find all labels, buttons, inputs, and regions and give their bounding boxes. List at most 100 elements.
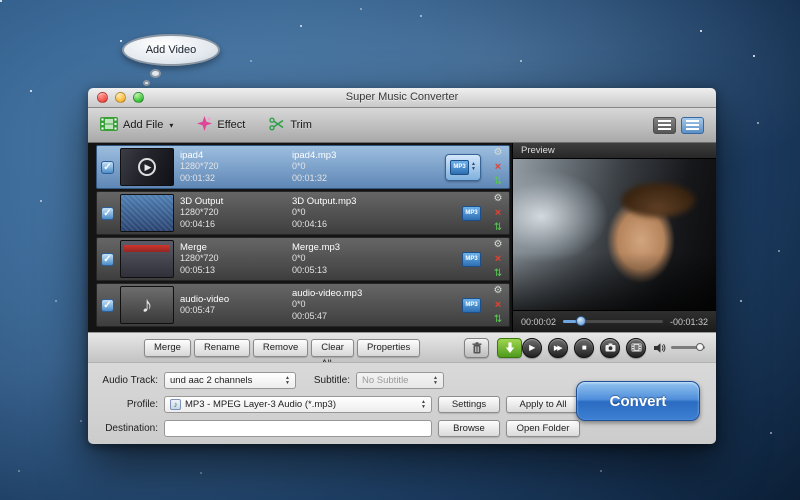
reorder-arrows-icon[interactable]: ⇅ [494,176,502,187]
snapshot-button[interactable] [600,338,620,358]
close-window-button[interactable] [97,92,108,103]
gear-icon[interactable]: ⚙ [494,193,503,204]
list-view-button[interactable] [653,117,676,134]
seek-bar-row: 00:00:02 -00:01:32 [513,310,716,332]
select-arrows-icon: ▲▼ [433,376,438,385]
seek-progress [563,320,576,323]
stop-button[interactable]: ■ [574,338,594,358]
download-output-button[interactable] [497,338,522,358]
chevron-down-icon: ▾ [169,121,173,130]
zoom-window-button[interactable] [133,92,144,103]
tooltip-bubble-dot [143,80,150,86]
fast-forward-button[interactable]: ▶▶ [548,338,568,358]
clip-button[interactable] [626,338,646,358]
settings-button[interactable]: Settings [438,396,500,413]
trash-button[interactable] [464,338,489,358]
list-action-buttons: Merge Rename Remove Clear All Properties [144,339,420,357]
format-selector[interactable]: MP3 [462,206,481,221]
view-toggles [653,117,704,134]
audio-track-select[interactable]: und aac 2 channels ▲▼ [164,372,296,389]
remove-x-icon[interactable]: × [495,300,501,310]
remove-x-icon[interactable]: × [495,208,501,218]
profile-select[interactable]: ♪ MP3 - MPEG Layer-3 Audio (*.mp3) ▲▼ [164,396,432,413]
effect-button[interactable]: Effect [197,116,245,134]
file-row[interactable]: ✓ Merge 1280*720 00:05:13 Merge.mp3 0*0 … [96,237,510,281]
format-selector[interactable]: MP3 [462,298,481,313]
destination-input[interactable] [164,420,432,437]
merge-button[interactable]: Merge [144,339,191,357]
video-thumbnail [120,240,174,278]
clear-all-button[interactable]: Clear All [311,339,354,357]
minimize-window-button[interactable] [115,92,126,103]
row-checkbox[interactable]: ✓ [101,161,114,174]
titlebar[interactable]: Super Music Converter [88,88,716,108]
trim-button[interactable]: Trim [269,117,312,134]
music-note-icon: ♪ [121,287,173,323]
speaker-icon[interactable] [654,343,666,353]
remove-x-icon[interactable]: × [495,162,501,172]
film-icon [631,343,642,352]
file-row[interactable]: ✓ ▶ ipad4 1280*720 00:01:32 ipad4.mp3 0*… [96,145,510,189]
mp3-badge-icon: MP3 [462,252,481,267]
browse-button[interactable]: Browse [438,420,500,437]
destination-label: Destination: [96,423,158,434]
thumbnail-view-button[interactable] [681,117,704,134]
add-file-label: Add File [123,119,163,131]
list-lines-icon [686,120,699,130]
trim-label: Trim [290,119,312,131]
video-thumbnail [120,194,174,232]
open-folder-button[interactable]: Open Folder [506,420,580,437]
video-still-shade [513,159,716,310]
action-bar: Merge Rename Remove Clear All Properties… [88,332,716,362]
apply-to-all-button[interactable]: Apply to All [506,396,580,413]
profile-label: Profile: [96,399,158,410]
subtitle-select[interactable]: No Subtitle ▲▼ [356,372,444,389]
profile-format-icon: ♪ [170,399,181,410]
output-info: 3D Output.mp3 0*0 00:04:16 [292,196,398,231]
window-title: Super Music Converter [88,88,716,107]
stepper-arrows-icon: ▲▼ [471,162,476,172]
row-checkbox[interactable]: ✓ [101,299,114,312]
row-checkbox[interactable]: ✓ [101,253,114,266]
play-button[interactable]: ▶ [522,338,542,358]
current-time: 00:00:02 [521,317,556,327]
gear-icon[interactable]: ⚙ [494,147,503,158]
reorder-arrows-icon[interactable]: ⇅ [494,222,502,233]
mp3-badge-icon: MP3 [462,298,481,313]
format-selector[interactable]: MP3 ▲▼ [445,154,481,181]
thumbnail-title-band [124,245,170,252]
gear-icon[interactable]: ⚙ [494,239,503,250]
toolbar: Add File ▾ Effect Trim [88,108,716,143]
trash-icon [472,342,482,354]
video-frame[interactable] [513,159,716,310]
file-list: ✓ ▶ ipad4 1280*720 00:01:32 ipad4.mp3 0*… [96,143,510,332]
source-info: ipad4 1280*720 00:01:32 [180,150,286,185]
select-arrows-icon: ▲▼ [285,376,290,385]
file-row[interactable]: ✓ ♪ audio-video 00:05:47 audio-video.mp3… [96,283,510,327]
reorder-arrows-icon[interactable]: ⇅ [494,314,502,325]
scissors-icon [269,117,285,134]
properties-button[interactable]: Properties [357,339,420,357]
row-checkbox[interactable]: ✓ [101,207,114,220]
seek-slider[interactable] [563,320,663,323]
play-overlay-icon: ▶ [138,158,156,176]
add-video-tooltip: Add Video [122,34,220,66]
reorder-arrows-icon[interactable]: ⇅ [494,268,502,279]
add-file-button[interactable]: Add File ▾ [100,117,173,134]
file-row[interactable]: ✓ 3D Output 1280*720 00:04:16 3D Output.… [96,191,510,235]
convert-button[interactable]: Convert [576,381,700,421]
list-lines-icon [658,120,671,130]
mp3-badge-icon: MP3 [450,160,469,175]
app-window: Super Music Converter Add File ▾ Effect [88,88,716,444]
format-selector[interactable]: MP3 [462,252,481,267]
seek-knob[interactable] [576,316,586,326]
remove-x-icon[interactable]: × [495,254,501,264]
gear-icon[interactable]: ⚙ [494,285,503,296]
mp3-badge-icon: MP3 [462,206,481,221]
tooltip-label: Add Video [146,44,197,56]
volume-slider[interactable] [671,346,705,349]
volume-knob[interactable] [696,343,704,351]
rename-button[interactable]: Rename [194,339,250,357]
select-arrows-icon: ▲▼ [421,400,426,409]
remove-button[interactable]: Remove [253,339,308,357]
